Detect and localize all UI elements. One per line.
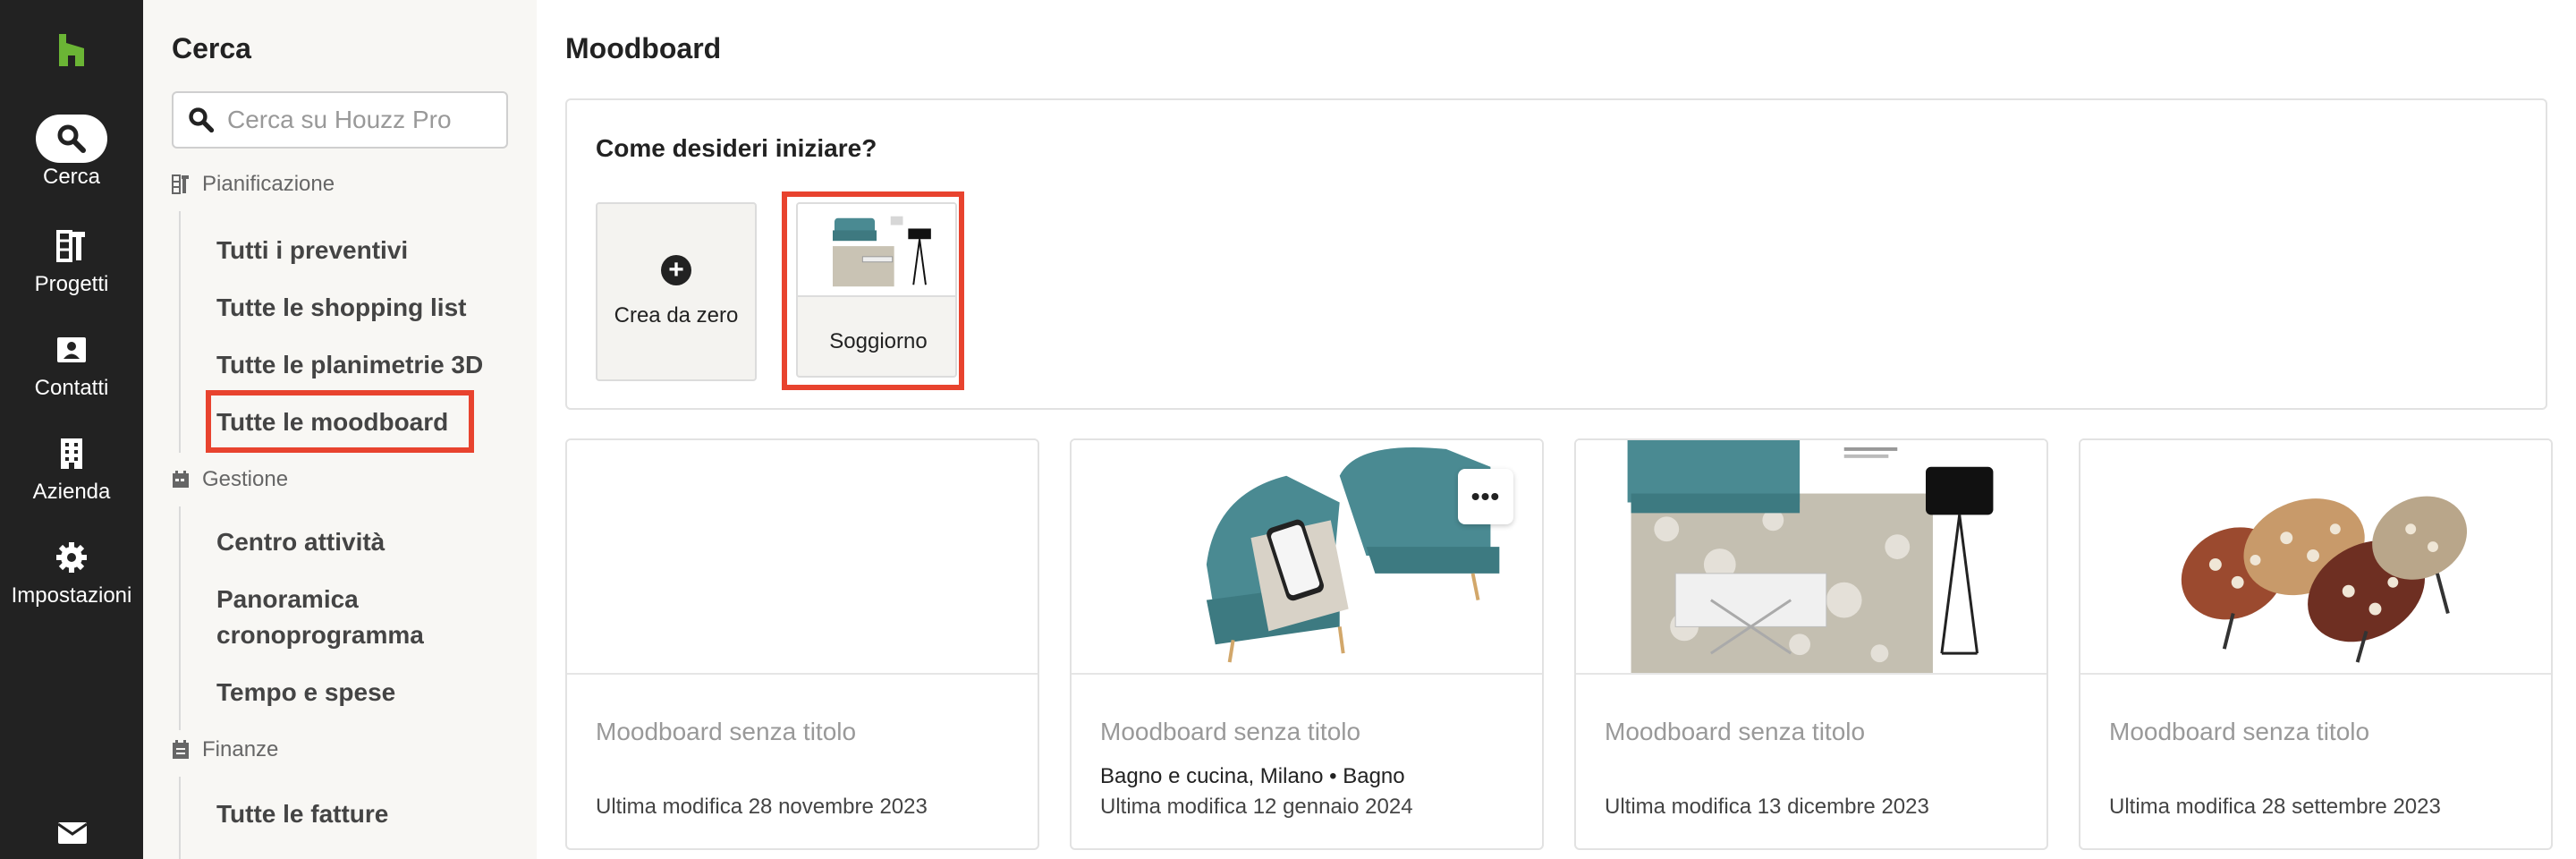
- finance-icon: [173, 740, 189, 759]
- planning-icon: [172, 174, 189, 194]
- plus-icon: +: [661, 255, 691, 285]
- nav-item-activity-center[interactable]: Centro attività: [216, 524, 385, 560]
- moodboard-date: Ultima modifica 12 gennaio 2024: [1100, 795, 1413, 819]
- houzz-logo-icon[interactable]: [55, 34, 88, 66]
- rail-label-settings: Impostazioni: [11, 583, 132, 608]
- calendar-icon: [173, 471, 189, 488]
- nav-line: [179, 777, 181, 859]
- section-finance: Finanze: [172, 737, 278, 762]
- nav-item-time-expenses[interactable]: Tempo e spese: [216, 675, 395, 710]
- rail-item-projects[interactable]: Progetti: [0, 222, 143, 297]
- moodboard-card[interactable]: Moodboard senza titolo Ultima modifica 2…: [2079, 438, 2553, 850]
- nav-item-schedule-overview[interactable]: Panoramica: [216, 582, 359, 617]
- search-input[interactable]: [227, 106, 496, 134]
- moodboard-title: Moodboard senza titolo: [1605, 718, 1866, 745]
- rail-label-search: Cerca: [42, 165, 101, 189]
- nav-item-invoices[interactable]: Tutte le fatture: [216, 796, 388, 832]
- rail-item-settings[interactable]: Impostazioni: [0, 533, 143, 608]
- moodboard-date: Ultima modifica 28 novembre 2023: [596, 795, 928, 819]
- moodboard-image-living-room: [1576, 440, 2046, 675]
- moodboard-card[interactable]: Moodboard senza titolo Ultima modifica 1…: [1574, 438, 2048, 850]
- nav-item-3d-plans[interactable]: Tutte le planimetrie 3D: [216, 347, 483, 383]
- nav-item-schedule-overview-line2[interactable]: cronoprogramma: [216, 617, 424, 653]
- rail-label-contacts: Contatti: [34, 376, 109, 400]
- page-title: Moodboard: [565, 32, 722, 64]
- projects-icon: [36, 222, 107, 270]
- moodboard-card[interactable]: Moodboard senza titolo Ultima modifica 2…: [565, 438, 1039, 850]
- rail-item-search[interactable]: Cerca: [0, 115, 143, 190]
- section-label-planning: Pianificazione: [202, 172, 335, 196]
- mail-icon[interactable]: [57, 821, 88, 845]
- rail-item-company[interactable]: Azienda: [0, 430, 143, 505]
- moodboard-card[interactable]: ••• Moodboard senza titolo Bagno e cucin…: [1070, 438, 1544, 850]
- section-label-finance: Finanze: [202, 737, 279, 761]
- create-from-scratch-tile[interactable]: + Crea da zero: [596, 202, 757, 381]
- moodboard-image-chairs: [2080, 440, 2551, 675]
- nav-line: [179, 506, 181, 730]
- create-from-scratch-label: Crea da zero: [614, 303, 739, 327]
- search-panel: Cerca Pianificazione Tutti i preventivi …: [143, 0, 537, 859]
- moodboard-date: Ultima modifica 28 settembre 2023: [2109, 795, 2441, 819]
- moodboard-title: Moodboard senza titolo: [596, 718, 857, 745]
- moodboard-title: Moodboard senza titolo: [2109, 718, 2370, 745]
- panel-title: Cerca: [172, 32, 251, 64]
- rail-label-company: Azienda: [32, 480, 111, 504]
- rail-item-contacts[interactable]: Contatti: [0, 326, 143, 401]
- moodboard-date: Ultima modifica 13 dicembre 2023: [1605, 795, 1929, 819]
- highlight-box: [206, 390, 474, 453]
- rail-label-projects: Progetti: [34, 272, 109, 296]
- search-icon: [36, 115, 107, 163]
- moodboard-image-empty: [567, 440, 1038, 675]
- nav-line: [179, 211, 181, 453]
- more-options-button[interactable]: •••: [1458, 469, 1513, 524]
- section-planning: Pianificazione: [172, 172, 335, 197]
- left-rail: Cerca Progetti Contatti Azienda Impostaz…: [0, 0, 143, 859]
- moodboard-title: Moodboard senza titolo: [1100, 718, 1361, 745]
- search-field[interactable]: [172, 91, 508, 149]
- nav-item-shopping-lists[interactable]: Tutte le shopping list: [216, 290, 466, 326]
- moodboard-location: Bagno e cucina, Milano • Bagno: [1100, 764, 1405, 788]
- gear-icon: [36, 533, 107, 582]
- search-icon: [189, 107, 215, 133]
- section-label-management: Gestione: [202, 467, 289, 491]
- contacts-icon: [36, 326, 107, 374]
- start-question: Come desideri iniziare?: [596, 134, 877, 162]
- section-management: Gestione: [172, 467, 288, 492]
- building-icon: [36, 430, 107, 478]
- nav-item-estimates[interactable]: Tutti i preventivi: [216, 233, 408, 268]
- highlight-box: [782, 191, 964, 390]
